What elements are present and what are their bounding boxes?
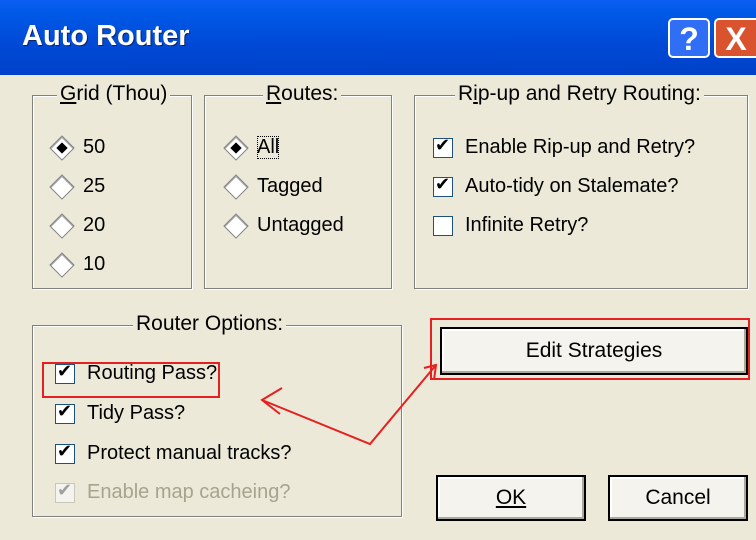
- annotation-arrow-icon: [260, 363, 438, 446]
